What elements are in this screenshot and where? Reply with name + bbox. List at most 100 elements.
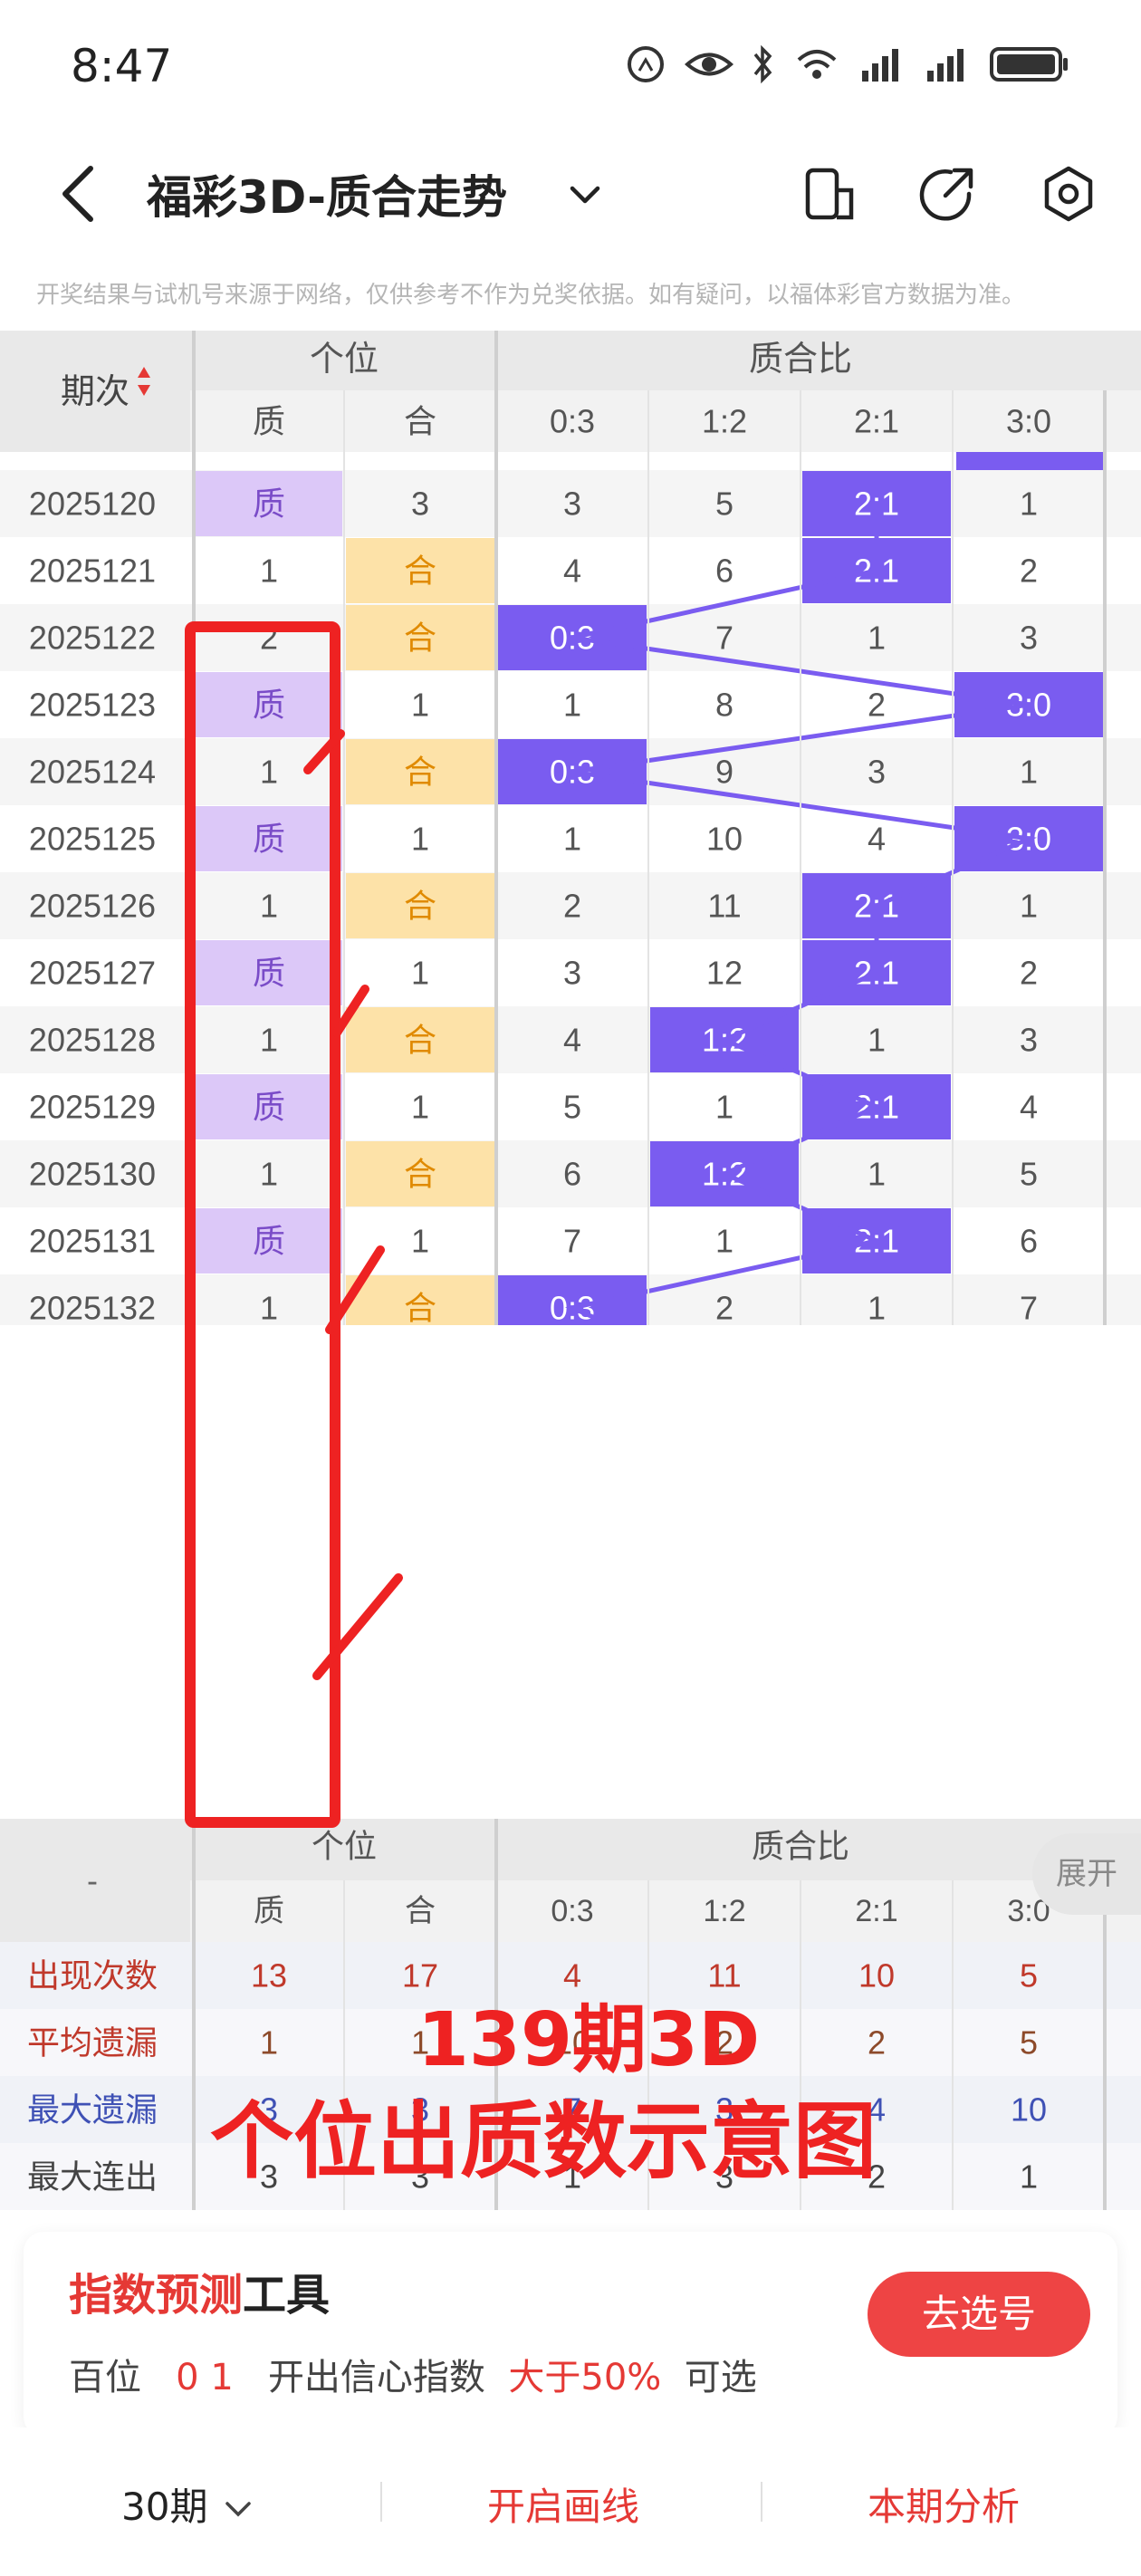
- cell-value: 质: [253, 1223, 285, 1260]
- cell-value: 1: [1020, 888, 1038, 925]
- period-selector[interactable]: 30期: [121, 2476, 256, 2532]
- draw-line-button[interactable]: 开启画线: [487, 2476, 639, 2532]
- period-selector-label: 30期: [121, 2485, 208, 2529]
- cell-value: 1: [1020, 485, 1038, 523]
- cell-value: 7: [715, 620, 734, 657]
- promo-mid: 开出信心指数: [267, 2357, 485, 2398]
- cell-value: 3: [868, 754, 886, 791]
- promo-title-dark: 工具: [243, 2270, 331, 2321]
- cell-value: 2: [715, 1290, 734, 1326]
- sub-header: 合: [404, 403, 436, 440]
- stats-value: 1: [260, 2024, 278, 2062]
- row-period: 2025125: [29, 821, 156, 858]
- cell-value: 1: [563, 687, 581, 724]
- cell-value: 1: [411, 687, 429, 724]
- share-icon[interactable]: [911, 158, 983, 230]
- stats-subheader-bg: [190, 1880, 1141, 1942]
- table-subheader-bg: [190, 390, 1141, 452]
- phone-rotate-icon[interactable]: [793, 158, 866, 230]
- cell-value: 合: [404, 888, 436, 925]
- sub-header: 0:3: [550, 403, 595, 440]
- cell-value: 合: [404, 620, 436, 657]
- stats-value: 1: [1020, 2158, 1038, 2196]
- cell-value: 6: [715, 553, 734, 590]
- cell-value: 3: [1020, 620, 1038, 657]
- back-arrow-icon[interactable]: [45, 158, 118, 230]
- cell-value: 9: [715, 754, 734, 791]
- wifi-icon: [797, 50, 837, 79]
- row-period: 2025132: [29, 1290, 156, 1326]
- cell-value: 质: [253, 687, 285, 724]
- cell-value: 2: [1020, 955, 1038, 992]
- stats-sub-header: 0:3: [551, 1894, 593, 1928]
- cell-value: 1: [563, 821, 581, 858]
- divider: [761, 2482, 762, 2522]
- cell-value: 4: [868, 821, 886, 858]
- stats-value: 10: [858, 1957, 895, 1994]
- cell-value: 质: [253, 1089, 285, 1126]
- stats-value: 7: [563, 2091, 581, 2129]
- row-period: 2025129: [29, 1089, 156, 1126]
- cell-value: 2: [868, 687, 886, 724]
- go-select-button[interactable]: 去选号: [868, 2272, 1090, 2357]
- promo-line: 百位 0 1 开出信心指数 大于50% 可选: [69, 2348, 757, 2400]
- stats-label: 出现次数: [27, 1957, 158, 1994]
- stats-value: 3: [260, 2091, 278, 2129]
- stats-value: 2: [868, 2158, 886, 2196]
- cell-value: 2: [260, 620, 278, 657]
- cell-value: 3: [563, 485, 581, 523]
- cell-value: 合: [404, 1290, 436, 1326]
- stats-value: 3: [411, 2158, 429, 2196]
- stats-value: 3: [260, 2158, 278, 2196]
- sub-header: 1:2: [702, 403, 747, 440]
- row-period: 2025130: [29, 1156, 156, 1193]
- group-header-ratio: 质合比: [749, 341, 852, 379]
- promo-pct: 大于50%: [508, 2357, 662, 2398]
- cell-value: 1: [411, 821, 429, 858]
- expand-button[interactable]: 展开: [1032, 1833, 1141, 1915]
- cell-value: 1: [715, 1089, 734, 1126]
- stats-label: 最大遗漏: [27, 2091, 158, 2129]
- trend-table: 期次 个位 质合比质合 0:3 1:2 2:1 3:0 2025120 质 3 3 5 2:1 1 2025…: [0, 331, 1141, 1325]
- cell-value: 3: [411, 485, 429, 523]
- cell-value: 8: [715, 687, 734, 724]
- prediction-tool-card: 指数预测工具 百位 0 1 开出信心指数 大于50% 可选 去选号: [24, 2232, 1117, 2437]
- cell-value: 4: [563, 1022, 581, 1059]
- stats-value: 10: [554, 2024, 590, 2062]
- stats-value: 1: [563, 2158, 581, 2196]
- stats-value: 5: [1020, 1957, 1038, 1994]
- cell-value: 1: [260, 1022, 278, 1059]
- stats-sub-header: 1:2: [703, 1894, 745, 1928]
- cell-value: 3: [563, 955, 581, 992]
- ratio-cell-partial: [956, 452, 1105, 470]
- cell-value: 6: [563, 1156, 581, 1193]
- sub-header: 2:1: [854, 403, 899, 440]
- cell-value: 2: [1020, 553, 1038, 590]
- row-period: 2025127: [29, 955, 156, 992]
- page-title[interactable]: 福彩3D-质合走势: [147, 161, 507, 226]
- stats-label: 平均遗漏: [27, 2024, 158, 2062]
- stats-value: 11: [707, 1957, 741, 1994]
- stats-value: 1: [411, 2024, 429, 2062]
- row-period: 2025121: [29, 553, 156, 590]
- cell-value: 合: [404, 553, 436, 590]
- cell-value: 7: [1020, 1290, 1038, 1326]
- disclaimer-text: 开奖结果与试机号来源于网络，仅供参考不作为兑奖依据。如有疑问，以福体彩官方数据为…: [36, 282, 1026, 309]
- expand-label: 展开: [1056, 1856, 1117, 1892]
- chevron-down-icon[interactable]: [560, 172, 610, 217]
- cell-value: 1: [868, 1290, 886, 1326]
- cell-value: 7: [563, 1223, 581, 1260]
- trend-grid-svg: 期次个位 质合比质合 0:3 1:2 2:1 3:02025120 质 3 3 5 2:1 12025…: [0, 331, 1141, 1325]
- stats-value: 5: [1020, 2024, 1038, 2062]
- cell-value: 5: [715, 485, 734, 523]
- period-header: 期次: [61, 373, 129, 411]
- stats-sub-header: 合: [405, 1894, 436, 1928]
- cell-value: 1: [868, 1156, 886, 1193]
- stats-value: 13: [251, 1957, 287, 1994]
- cell-value: 5: [1020, 1156, 1038, 1193]
- settings-hex-icon[interactable]: [1032, 158, 1105, 230]
- period-analysis-button[interactable]: 本期分析: [868, 2476, 1020, 2532]
- stats-value: 10: [1011, 2091, 1047, 2129]
- cell-value: 4: [563, 553, 581, 590]
- stats-dash: -: [87, 1862, 98, 1899]
